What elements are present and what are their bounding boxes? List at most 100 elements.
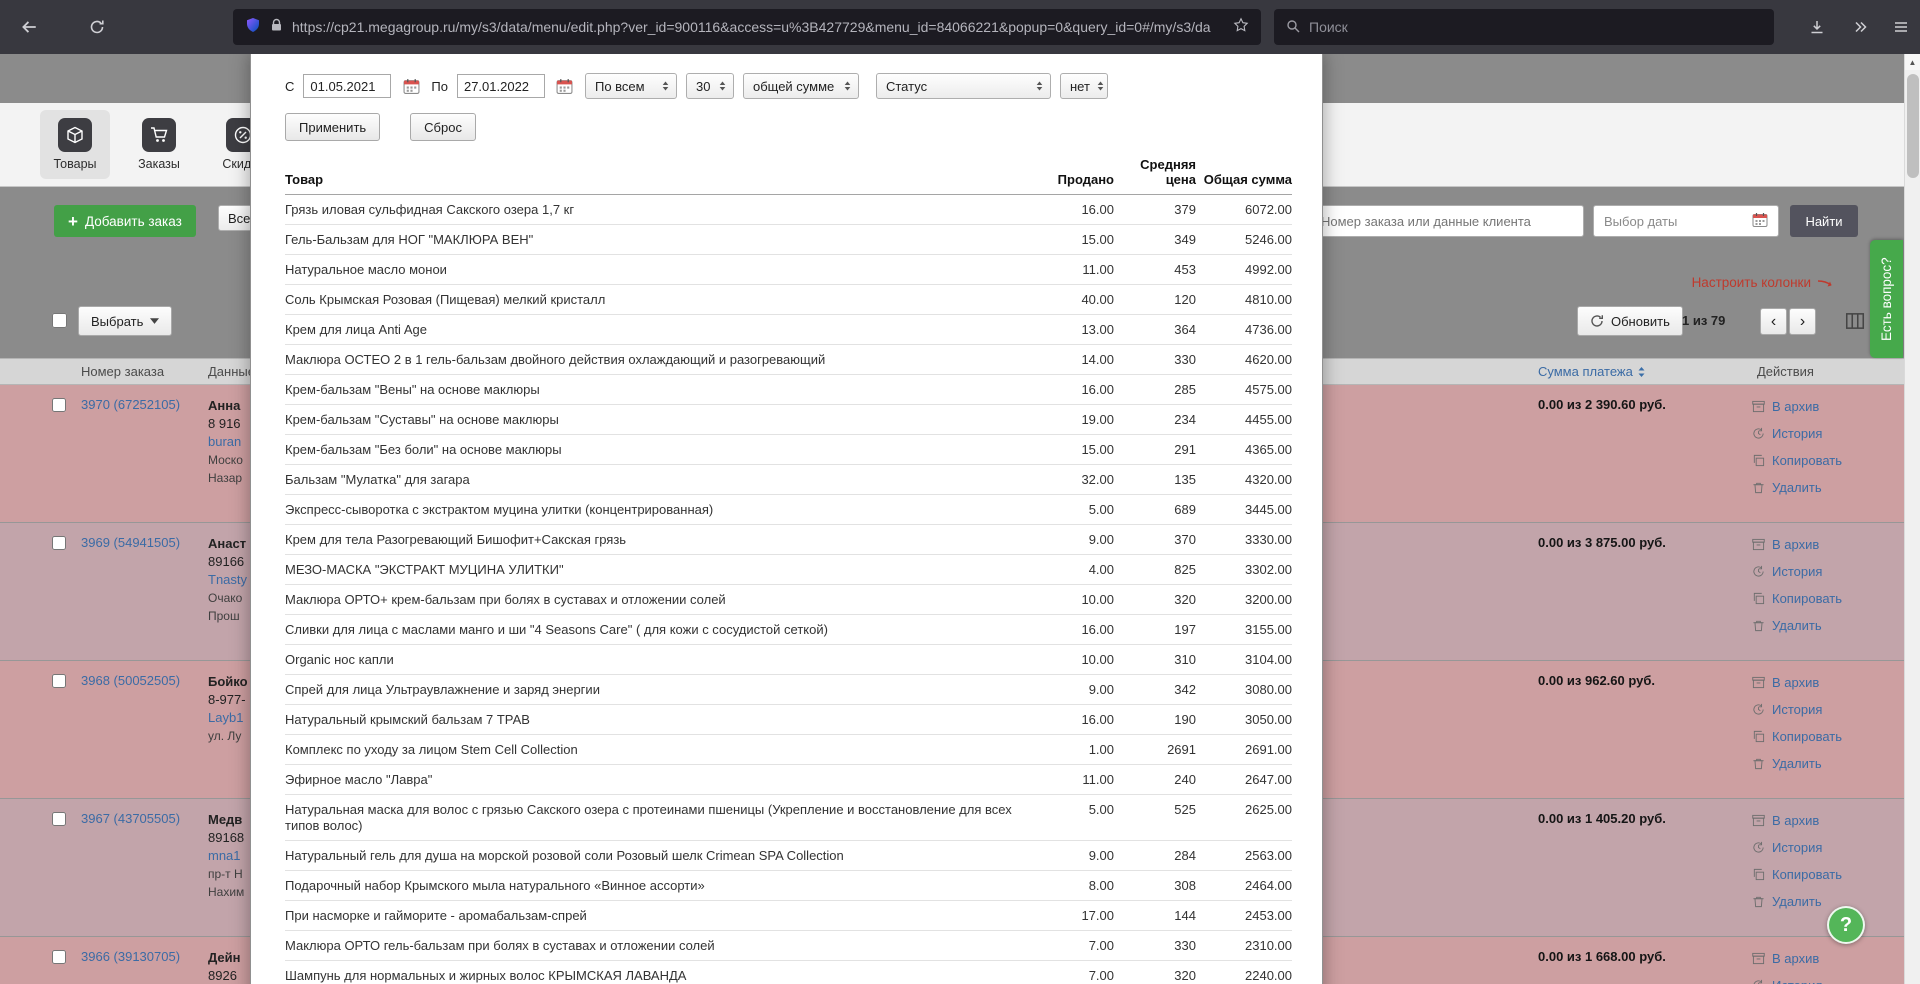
action-history-link[interactable]: История xyxy=(1752,972,1842,984)
browser-search-field[interactable]: Поиск xyxy=(1274,9,1774,45)
extra-select[interactable]: нет xyxy=(1059,73,1108,99)
action-history-link[interactable]: История xyxy=(1752,696,1842,723)
toolbar-overflow-button[interactable] xyxy=(1843,10,1877,44)
page-scrollbar[interactable]: ▲ xyxy=(1904,54,1920,984)
action-copy-link[interactable]: Копировать xyxy=(1752,447,1842,474)
reset-button[interactable]: Сброс xyxy=(410,113,476,141)
action-archive-link[interactable]: В архив xyxy=(1752,807,1842,834)
order-checkbox[interactable] xyxy=(52,950,66,964)
report-row: Натуральное масло монои 11.00 453 4992.0… xyxy=(285,255,1292,285)
red-arrow-icon xyxy=(1817,279,1832,286)
scope-select[interactable]: По всем xyxy=(584,73,677,99)
col-payment-sort[interactable]: Сумма платежа xyxy=(1538,364,1646,379)
limit-select[interactable]: 30 xyxy=(685,73,734,99)
product-name: Натуральная маска для волос с грязью Сак… xyxy=(285,802,1012,833)
product-avg-price: 144 xyxy=(1174,908,1196,923)
product-avg-price: 825 xyxy=(1174,562,1196,577)
select-all-checkbox[interactable] xyxy=(52,313,67,328)
order-actions: В архивИсторияКопироватьУдалить xyxy=(1752,807,1842,915)
report-row: Крем для тела Разогревающий Бишофит+Сакс… xyxy=(285,525,1292,555)
product-total: 4365.00 xyxy=(1245,442,1292,457)
action-copy-link[interactable]: Копировать xyxy=(1752,861,1842,888)
url-bar[interactable]: https://cp21.megagroup.ru/my/s3/data/men… xyxy=(233,9,1261,45)
feedback-tab[interactable]: Есть вопрос? xyxy=(1870,240,1903,358)
calendar-from-button[interactable] xyxy=(400,75,422,97)
order-actions: В архивИсторияКопироватьУдалить xyxy=(1752,531,1842,639)
prev-page-button[interactable]: ‹ xyxy=(1760,308,1787,335)
order-number-link[interactable]: 3966 (39130705) xyxy=(81,949,180,964)
configure-columns-hint: Настроить колонки xyxy=(1692,275,1835,290)
date-from-input[interactable] xyxy=(303,74,392,98)
reload-button[interactable] xyxy=(80,10,114,44)
product-avg-price: 689 xyxy=(1174,502,1196,517)
product-name: Натуральное масло монои xyxy=(285,262,447,277)
action-archive-link[interactable]: В архив xyxy=(1752,669,1842,696)
date-to-input[interactable] xyxy=(456,74,545,98)
product-total: 4575.00 xyxy=(1245,382,1292,397)
menu-button[interactable] xyxy=(1884,10,1918,44)
action-archive-link[interactable]: В архив xyxy=(1752,531,1842,558)
action-trash-link[interactable]: Удалить xyxy=(1752,474,1842,501)
product-total: 2625.00 xyxy=(1245,802,1292,817)
action-archive-link[interactable]: В архив xyxy=(1752,945,1842,972)
scrollbar-thumb[interactable] xyxy=(1907,74,1919,178)
scroll-up-arrow[interactable]: ▲ xyxy=(1905,54,1920,70)
product-avg-price: 453 xyxy=(1174,262,1196,277)
add-order-button[interactable]: + Добавить заказ xyxy=(54,205,196,237)
spinner-arrows-icon xyxy=(843,80,852,92)
downloads-button[interactable] xyxy=(1800,10,1834,44)
order-number-link[interactable]: 3967 (43705505) xyxy=(81,811,180,826)
sort-by-select[interactable]: общей сумме xyxy=(742,73,859,99)
product-sold: 10.00 xyxy=(1081,652,1114,667)
product-name: Бальзам "Мулатка" для загара xyxy=(285,472,470,487)
product-avg-price: 308 xyxy=(1174,878,1196,893)
order-customer-data: Бойко 8-977- Layb1 ул. Лу xyxy=(208,673,248,745)
product-sold: 15.00 xyxy=(1081,442,1114,457)
refresh-button[interactable]: Обновить xyxy=(1577,306,1683,336)
action-archive-link[interactable]: В архив xyxy=(1752,393,1842,420)
action-history-link[interactable]: История xyxy=(1752,420,1842,447)
shield-icon[interactable] xyxy=(245,17,261,38)
calendar-icon xyxy=(557,78,573,94)
order-number-link[interactable]: 3970 (67252105) xyxy=(81,397,180,412)
lock-icon[interactable] xyxy=(270,18,283,37)
action-trash-link[interactable]: Удалить xyxy=(1752,888,1842,915)
order-search-input[interactable] xyxy=(1310,205,1584,237)
tab-products[interactable]: Товары xyxy=(40,110,110,179)
order-checkbox[interactable] xyxy=(52,812,66,826)
action-history-link[interactable]: История xyxy=(1752,558,1842,585)
order-checkbox[interactable] xyxy=(52,398,66,412)
customer-email-link[interactable]: Layb1 xyxy=(208,709,248,727)
help-button[interactable]: ? xyxy=(1827,906,1865,944)
order-checkbox[interactable] xyxy=(52,536,66,550)
action-trash-link[interactable]: Удалить xyxy=(1752,612,1842,639)
action-trash-link[interactable]: Удалить xyxy=(1752,750,1842,777)
report-row: При насморке и гайморите - аромабальзам-… xyxy=(285,901,1292,931)
tab-orders[interactable]: Заказы xyxy=(124,110,194,179)
status-select[interactable]: Статус xyxy=(875,73,1051,99)
apply-button[interactable]: Применить xyxy=(285,113,381,141)
package-icon xyxy=(58,118,92,152)
calendar-to-button[interactable] xyxy=(554,75,576,97)
select-dropdown-button[interactable]: Выбрать xyxy=(78,306,173,336)
order-checkbox[interactable] xyxy=(52,674,66,688)
back-button[interactable] xyxy=(12,10,46,44)
customer-email-link[interactable]: mna1 xyxy=(208,847,244,865)
next-page-button[interactable]: › xyxy=(1789,308,1816,335)
product-name: Грязь иловая сульфидная Сакского озера 1… xyxy=(285,202,575,217)
order-number-link[interactable]: 3969 (54941505) xyxy=(81,535,180,550)
find-button[interactable]: Найти xyxy=(1790,205,1858,237)
action-copy-link[interactable]: Копировать xyxy=(1752,585,1842,612)
report-row: Подарочный набор Крымского мыла натураль… xyxy=(285,871,1292,901)
bookmark-star-icon[interactable] xyxy=(1233,17,1249,38)
columns-settings-button[interactable] xyxy=(1842,309,1868,335)
copy-icon xyxy=(1753,730,1765,743)
action-history-link[interactable]: История xyxy=(1752,834,1842,861)
customer-email-link[interactable]: Tnasty xyxy=(208,571,247,589)
date-filter-input[interactable]: Выбор даты xyxy=(1593,205,1779,237)
order-number-link[interactable]: 3968 (50052505) xyxy=(81,673,180,688)
sales-report-modal: С По По всем 30 общей сумме xyxy=(250,54,1323,984)
report-row: Комплекс по уходу за лицом Stem Cell Col… xyxy=(285,735,1292,765)
customer-email-link[interactable]: buran xyxy=(208,433,243,451)
action-copy-link[interactable]: Копировать xyxy=(1752,723,1842,750)
